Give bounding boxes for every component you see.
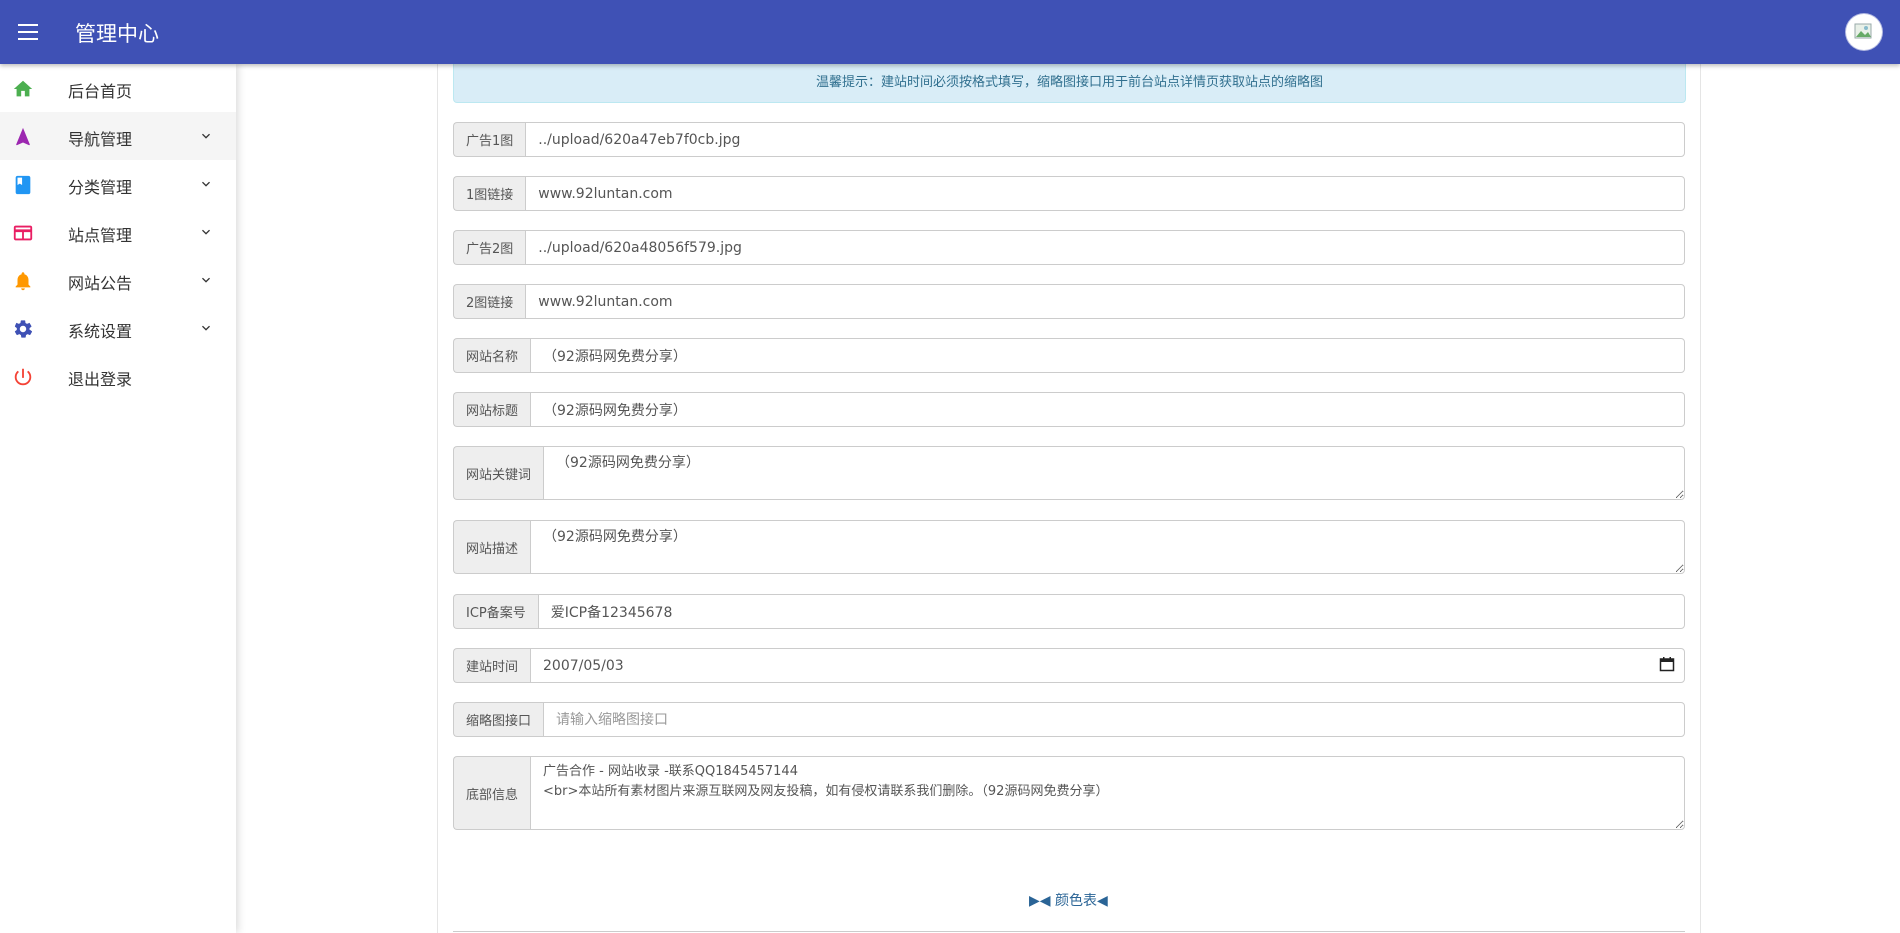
field-site-name: 网站名称 [453, 338, 1685, 373]
field-ad2-image: 广告2图 [453, 230, 1685, 265]
sidebar-item-home[interactable]: 后台首页 [0, 64, 236, 112]
sidebar-item-label: 站点管理 [68, 226, 133, 245]
field-label: 网站关键词 [453, 446, 544, 500]
field-label: 底部信息 [453, 756, 531, 830]
field-label: 网站描述 [453, 520, 531, 574]
field-site-keywords: 网站关键词 （92源码网免费分享） [453, 446, 1685, 500]
sidebar-item-navigation[interactable]: 导航管理 [0, 112, 236, 160]
field-label: ICP备案号 [453, 594, 538, 629]
chevron-down-icon [202, 229, 210, 235]
bell-icon [12, 270, 34, 292]
field-label: 网站名称 [453, 338, 531, 373]
field-thumb-api: 缩略图接口 [453, 702, 1685, 737]
sidebar-item-settings[interactable]: 系统设置 [0, 304, 236, 352]
icp-input[interactable] [537, 594, 1685, 629]
field-build-date: 建站时间 [453, 648, 1685, 683]
power-icon [12, 366, 34, 388]
sidebar-item-label: 分类管理 [68, 178, 133, 197]
info-alert: 温馨提示：建站时间必须按格式填写，缩略图接口用于前台站点详情页获取站点的缩略图 [453, 64, 1686, 103]
site-title-input[interactable] [530, 392, 1685, 427]
site-keywords-textarea[interactable]: （92源码网免费分享） [543, 446, 1685, 500]
ad2-link-input[interactable] [525, 284, 1685, 319]
site-name-input[interactable] [530, 338, 1685, 373]
field-label: 广告2图 [453, 230, 526, 265]
site-description-textarea[interactable]: （92源码网免费分享） [530, 520, 1685, 574]
sidebar-item-label: 后台首页 [68, 82, 133, 101]
top-app-bar: 管理中心 [0, 0, 1900, 64]
date-input-wrapper [530, 648, 1685, 683]
field-ad2-link: 2图链接 [453, 284, 1685, 319]
field-ad1-link: 1图链接 [453, 176, 1685, 211]
home-icon [12, 78, 34, 100]
web-icon [12, 222, 34, 244]
build-date-input[interactable] [530, 648, 1685, 683]
sidebar-item-label: 网站公告 [68, 274, 133, 293]
chevron-down-icon [202, 325, 210, 331]
sidebar-item-logout[interactable]: 退出登录 [0, 352, 236, 400]
ad1-image-input[interactable] [525, 122, 1685, 157]
calendar-icon[interactable] [1659, 656, 1675, 672]
gear-icon [12, 318, 34, 340]
field-site-title: 网站标题 [453, 392, 1685, 427]
sidebar-item-category[interactable]: 分类管理 [0, 160, 236, 208]
chevron-down-icon [202, 181, 210, 187]
sidebar-item-label: 退出登录 [68, 370, 133, 389]
field-label: 2图链接 [453, 284, 526, 319]
sidebar-item-sites[interactable]: 站点管理 [0, 208, 236, 256]
field-label: 广告1图 [453, 122, 526, 157]
sidebar-item-label: 导航管理 [68, 130, 133, 149]
field-label: 1图链接 [453, 176, 526, 211]
field-site-description: 网站描述 （92源码网免费分享） [453, 520, 1685, 574]
app-title: 管理中心 [75, 22, 159, 46]
sidebar-item-label: 系统设置 [68, 322, 133, 341]
main-content: 温馨提示：建站时间必须按格式填写，缩略图接口用于前台站点详情页获取站点的缩略图 … [437, 64, 1701, 933]
field-label: 建站时间 [453, 648, 531, 683]
ad1-link-input[interactable] [525, 176, 1685, 211]
sidebar: 后台首页 导航管理 分类管理 站点管理 网站公告 系统设置 退出登录 [0, 64, 236, 933]
chevron-down-icon [202, 133, 210, 139]
broken-image-icon [1854, 23, 1872, 39]
chevron-down-icon [202, 277, 210, 283]
field-ad1-image: 广告1图 [453, 122, 1685, 157]
footer-info-textarea[interactable]: 广告合作 - 网站收录 -联系QQ1845457144 <br>本站所有素材图片… [530, 756, 1685, 830]
thumb-api-input[interactable] [543, 702, 1685, 737]
divider [453, 931, 1685, 932]
sidebar-item-announcements[interactable]: 网站公告 [0, 256, 236, 304]
color-table-link[interactable]: ▶◀ 颜色表◀ [1029, 890, 1108, 910]
field-label: 缩略图接口 [453, 702, 544, 737]
avatar[interactable] [1846, 14, 1882, 50]
field-icp: ICP备案号 [453, 594, 1685, 629]
ad2-image-input[interactable] [525, 230, 1685, 265]
book-icon [12, 174, 34, 196]
field-label: 网站标题 [453, 392, 531, 427]
menu-icon[interactable] [16, 20, 40, 44]
navigation-icon [12, 126, 34, 148]
field-footer-info: 底部信息 广告合作 - 网站收录 -联系QQ1845457144 <br>本站所… [453, 756, 1685, 830]
